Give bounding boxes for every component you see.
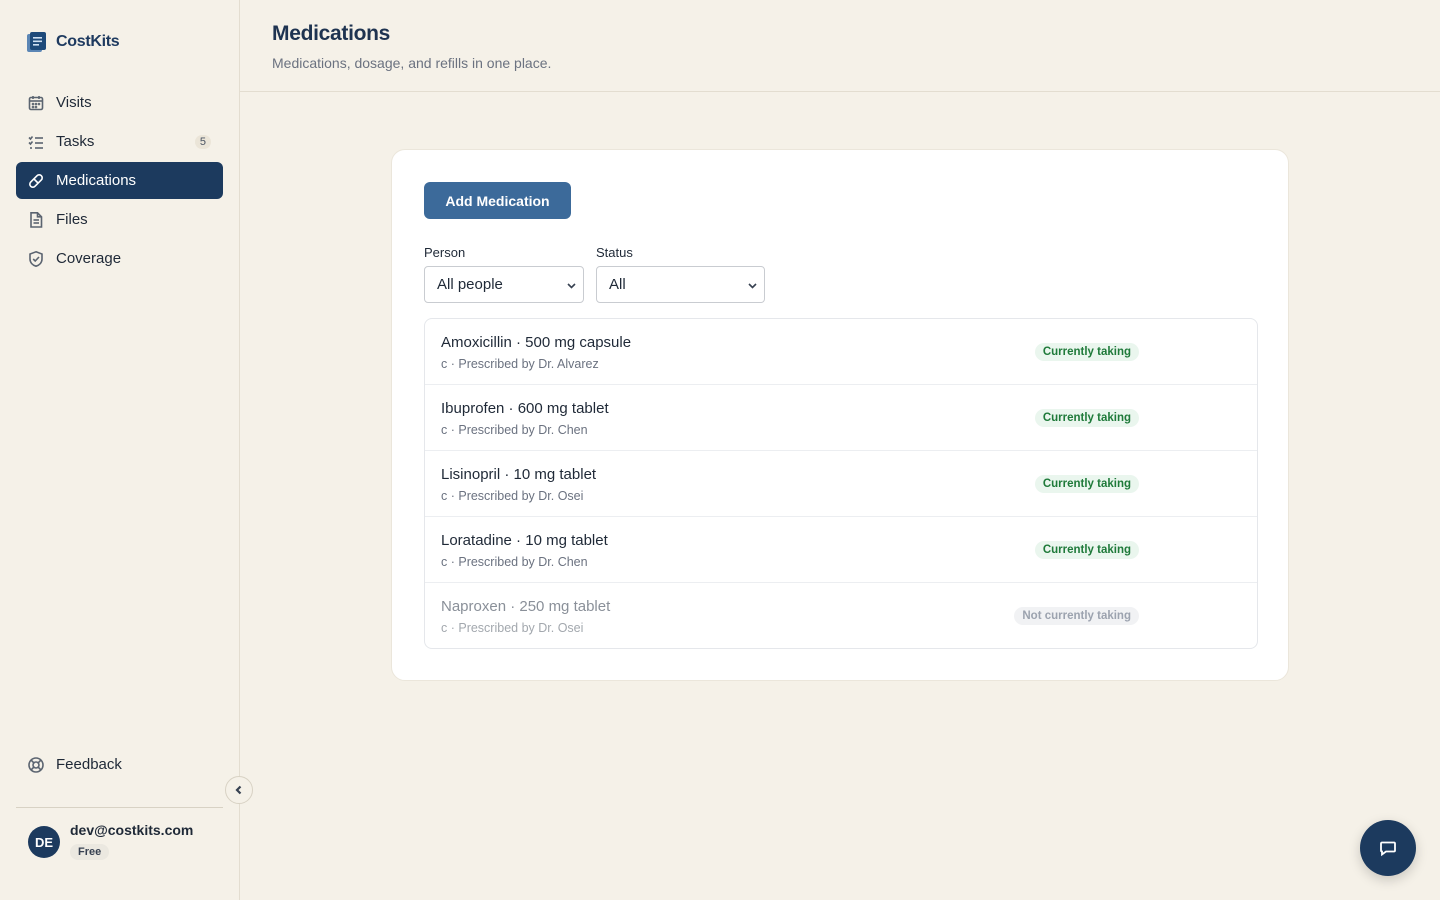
medication-title: Ibuprofen · 600 mg tablet [441,400,609,417]
medication-subtitle: c · Prescribed by Dr. Chen [441,423,588,437]
list-item[interactable]: Ibuprofen · 600 mg tablet c · Prescribed… [425,385,1257,451]
sidebar-item-visits[interactable]: Visits [16,84,223,121]
medication-title: Amoxicillin · 500 mg capsule [441,334,632,351]
pill-icon [27,172,45,190]
brand[interactable]: CostKits [26,30,120,54]
lifebuoy-icon [27,756,45,774]
person-select[interactable]: All people [424,266,584,303]
sidebar-item-files[interactable]: Files [16,201,223,238]
medication-title: Loratadine · 10 mg tablet [441,532,608,549]
costkits-logo-icon [27,32,46,52]
file-icon [27,211,45,229]
avatar: DE [28,826,60,858]
sidebar-nav: Visits Tasks 5 Medications Files Coverag… [16,84,223,279]
page-title: Medications [272,22,391,45]
user-email: dev@costkits.com [70,822,194,838]
feedback-label: Feedback [56,756,122,773]
calendar-icon [27,94,45,112]
shield-icon [27,250,45,268]
status-filter-label: Status [596,245,633,260]
sidebar-item-label: Visits [56,94,92,111]
status-badge: Currently taking [1034,409,1139,427]
feedback-section: Feedback [16,746,223,785]
list-item[interactable]: Naproxen · 250 mg tablet c · Prescribed … [425,583,1257,648]
list-item[interactable]: Lisinopril · 10 mg tablet c · Prescribed… [425,451,1257,517]
sidebar-item-tasks[interactable]: Tasks 5 [16,123,223,160]
checklist-icon [27,133,45,151]
sidebar-item-label: Medications [56,172,137,189]
chat-bubble-icon [1380,841,1396,857]
chevron-down-icon [748,283,757,289]
page-header: Medications Medications, dosage, and ref… [240,0,1440,92]
status-badge: Currently taking [1034,343,1139,361]
chevron-left-icon [235,785,242,795]
collapse-sidebar-button[interactable] [225,776,253,804]
sidebar: CostKits Visits Tasks 5 Medications File… [0,0,240,900]
medication-subtitle: c · Prescribed by Dr. Alvarez [441,357,599,371]
status-filter: Status All [596,245,765,303]
status-select-value: All [609,276,626,293]
medications-card: Add Medication Person All people Status … [391,149,1289,681]
medication-subtitle: c · Prescribed by Dr. Chen [441,555,588,569]
status-badge: Currently taking [1034,541,1139,559]
chevron-down-icon [567,283,576,289]
sidebar-item-label: Tasks [56,133,95,150]
medication-title: Lisinopril · 10 mg tablet [441,466,597,483]
user-profile[interactable]: DE dev@costkits.com Free [28,822,193,860]
sidebar-item-label: Coverage [56,250,122,267]
user-info: dev@costkits.com Free [70,822,193,860]
status-select[interactable]: All [596,266,765,303]
feedback-button[interactable]: Feedback [16,746,223,783]
page-subtitle: Medications, dosage, and refills in one … [272,55,552,71]
person-filter-label: Person [424,245,466,260]
medication-subtitle: c · Prescribed by Dr. Osei [441,621,584,635]
person-filter: Person All people [424,245,584,303]
medications-list: Amoxicillin · 500 mg capsule c · Prescri… [424,318,1258,649]
medication-subtitle: c · Prescribed by Dr. Osei [441,489,584,503]
status-badge: Not currently taking [1014,607,1139,625]
sidebar-item-medications[interactable]: Medications [16,162,223,199]
person-select-value: All people [437,276,503,293]
tasks-count-badge: 5 [194,134,211,149]
list-item[interactable]: Loratadine · 10 mg tablet c · Prescribed… [425,517,1257,583]
sidebar-item-label: Files [56,211,88,228]
add-medication-button[interactable]: Add Medication [424,182,571,219]
status-badge: Currently taking [1034,475,1139,493]
sidebar-item-coverage[interactable]: Coverage [16,240,223,277]
chat-button[interactable] [1360,820,1416,876]
brand-name: CostKits [56,33,120,50]
list-item[interactable]: Amoxicillin · 500 mg capsule c · Prescri… [425,319,1257,385]
medication-title: Naproxen · 250 mg tablet [441,598,611,615]
plan-badge: Free [70,844,110,860]
sidebar-divider [16,807,223,808]
